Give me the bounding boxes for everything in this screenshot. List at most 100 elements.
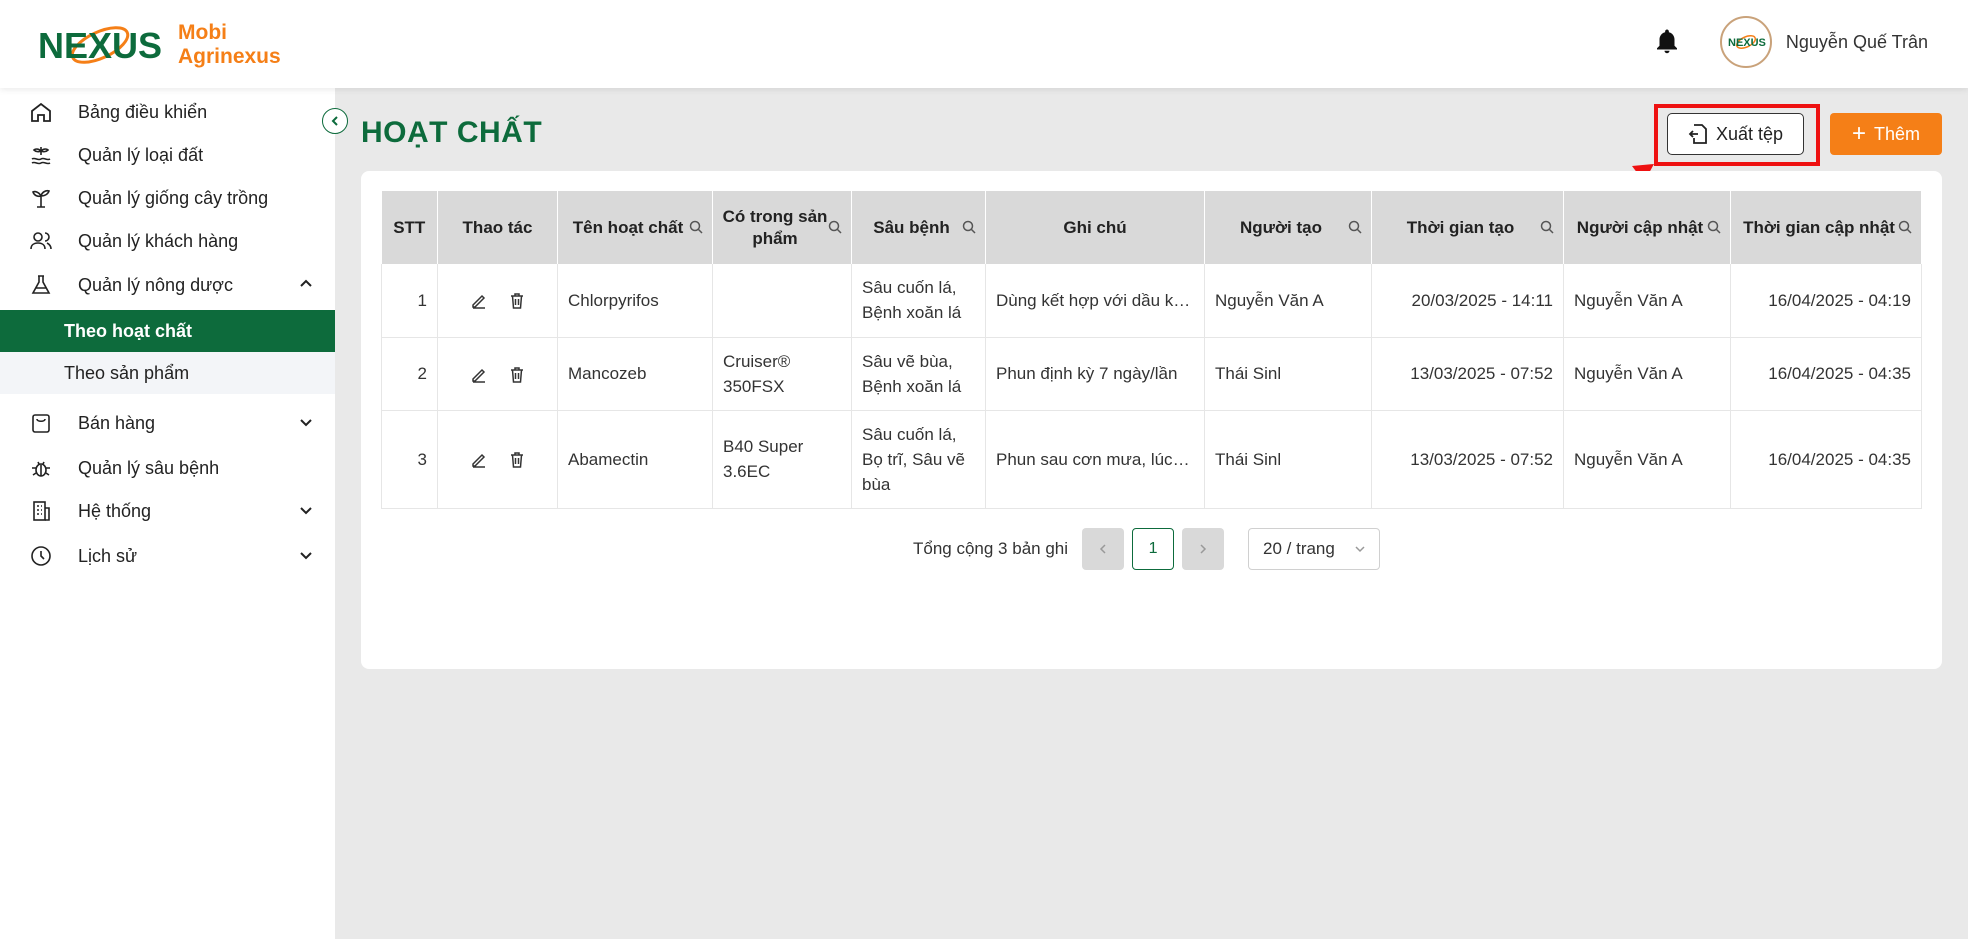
cell-product: B40 Super 3.6EC <box>712 410 852 509</box>
search-icon[interactable] <box>827 219 843 235</box>
sidebar-item-pesticides[interactable]: Quản lý nông dược <box>0 265 335 305</box>
sidebar-item-dashboard[interactable]: Bảng điều khiển <box>0 92 335 132</box>
table-row: 2 Mancozeb Cruiser® 350FSX Sâu vẽ bùa, B… <box>381 337 1922 411</box>
delete-icon[interactable] <box>508 451 526 469</box>
sidebar-item-customers[interactable]: Quản lý khách hàng <box>0 221 335 261</box>
sidebar-item-label: Quản lý khách hàng <box>78 230 239 251</box>
cell-actions <box>437 264 558 338</box>
sidebar-item-history[interactable]: Lịch sử <box>0 536 335 576</box>
column-header-name: Tên hoạt chất <box>557 191 713 264</box>
app-logo[interactable]: NEXUS Mobi Agrinexus <box>36 16 281 74</box>
column-header-pest: Sâu bệnh <box>851 191 986 264</box>
search-icon[interactable] <box>1347 219 1363 235</box>
delete-icon[interactable] <box>508 366 526 384</box>
export-file-icon <box>1688 124 1707 144</box>
column-header-updated-time: Thời gian cập nhật <box>1730 191 1922 264</box>
sidebar-subitem-label: Theo sản phẩm <box>64 362 190 383</box>
cell-stt: 3 <box>381 410 438 509</box>
cell-creator: Thái Sinl <box>1204 337 1372 411</box>
plant-icon <box>28 185 54 211</box>
column-header-creator: Người tạo <box>1204 191 1372 264</box>
cell-updater: Nguyễn Văn A <box>1563 337 1731 411</box>
chevron-left-icon <box>1099 544 1106 554</box>
cell-creator: Thái Sinl <box>1204 410 1372 509</box>
sidebar-item-label: Bảng điều khiển <box>78 101 208 122</box>
sidebar-subitem-active-ingredient[interactable]: Theo hoạt chất <box>0 310 335 352</box>
cell-pest: Sâu cuốn lá, Bọ trĩ, Sâu vẽ bùa <box>851 410 986 509</box>
cell-product <box>712 264 852 338</box>
sidebar-item-plant-varieties[interactable]: Quản lý giống cây trồng <box>0 178 335 218</box>
page-title: HOẠT CHẤT <box>361 116 543 149</box>
clock-icon <box>28 543 54 569</box>
column-header-in-product: Có trong sản phẩm <box>712 191 852 264</box>
edit-icon[interactable] <box>470 366 488 384</box>
chevron-down-icon <box>1355 546 1365 553</box>
cell-note: Phun sau cơn mưa, lúc chiều mát <box>985 410 1205 509</box>
sidebar-item-soil[interactable]: Quản lý loại đất <box>0 135 335 175</box>
logo-text-line2: Agrinexus <box>178 45 281 68</box>
user-name[interactable]: Nguyễn Quế Trân <box>1786 32 1928 53</box>
cell-product: Cruiser® 350FSX <box>712 337 852 411</box>
avatar[interactable]: NEXUS <box>1719 16 1772 68</box>
search-icon[interactable] <box>688 219 704 235</box>
bell-icon[interactable] <box>1652 27 1682 57</box>
avatar-logo-icon: NEXUS <box>1728 35 1766 49</box>
sidebar: Bảng điều khiển Quản lý loại đất Quản lý… <box>0 88 335 939</box>
sidebar-item-label: Lịch sử <box>78 545 138 566</box>
table-row: 3 Abamectin B40 Super 3.6EC Sâu cuốn lá,… <box>381 410 1922 509</box>
cell-actions <box>437 337 558 411</box>
sidebar-item-label: Quản lý loại đất <box>78 144 204 165</box>
logo-text-line1: Mobi <box>178 21 227 44</box>
sidebar-item-system[interactable]: Hệ thống <box>0 491 335 531</box>
column-header-updater: Người cập nhật <box>1563 191 1731 264</box>
search-icon[interactable] <box>961 219 977 235</box>
pagination-total: Tổng cộng 3 bản ghi <box>913 539 1069 558</box>
users-icon <box>28 228 54 254</box>
search-icon[interactable] <box>1539 219 1555 235</box>
edit-icon[interactable] <box>470 292 488 310</box>
sidebar-collapse-button[interactable] <box>322 108 348 134</box>
column-header-created-time: Thời gian tạo <box>1371 191 1564 264</box>
table-header-row: STT Thao tác Tên hoạt chất Có trong sản … <box>381 191 1922 264</box>
cell-created-time: 20/03/2025 - 14:11 <box>1371 264 1564 338</box>
pagination: Tổng cộng 3 bản ghi 1 20 / trang <box>913 528 1381 570</box>
cell-actions <box>437 410 558 509</box>
chevron-down-icon <box>300 507 312 515</box>
sidebar-subitem-label: Theo hoạt chất <box>64 320 193 341</box>
home-icon <box>28 99 54 125</box>
cell-name: Mancozeb <box>557 337 713 411</box>
cell-name: Abamectin <box>557 410 713 509</box>
cell-pest: Sâu vẽ bùa, Bệnh xoăn lá <box>851 337 986 411</box>
chevron-down-icon <box>300 552 312 560</box>
cell-updated-time: 16/04/2025 - 04:35 <box>1730 410 1922 509</box>
search-icon[interactable] <box>1897 219 1913 235</box>
pagination-prev-button[interactable] <box>1082 528 1125 570</box>
bug-icon <box>28 455 54 481</box>
cell-updated-time: 16/04/2025 - 04:19 <box>1730 264 1922 338</box>
column-header-stt: STT <box>381 191 438 264</box>
pagination-page-button[interactable]: 1 <box>1132 528 1175 570</box>
sidebar-subitem-product[interactable]: Theo sản phẩm <box>0 352 335 394</box>
edit-icon[interactable] <box>470 451 488 469</box>
cell-created-time: 13/03/2025 - 07:52 <box>1371 337 1564 411</box>
pagination-next-button[interactable] <box>1182 528 1225 570</box>
sidebar-item-sales[interactable]: Bán hàng <box>0 403 335 443</box>
page-size-value: 20 / trang <box>1263 539 1335 558</box>
chevron-right-icon <box>1200 544 1207 554</box>
avatar-text: NEXUS <box>1728 37 1766 49</box>
cell-note: Dùng kết hợp với dầu khoáng để tăng hiệu… <box>985 264 1205 338</box>
page-size-select[interactable]: 20 / trang <box>1248 528 1381 570</box>
cell-created-time: 13/03/2025 - 07:52 <box>1371 410 1564 509</box>
search-icon[interactable] <box>1706 219 1722 235</box>
cell-updater: Nguyễn Văn A <box>1563 264 1731 338</box>
cell-creator: Nguyễn Văn A <box>1204 264 1372 338</box>
sidebar-item-pests[interactable]: Quản lý sâu bệnh <box>0 448 335 488</box>
export-file-button[interactable]: Xuất tệp <box>1667 113 1804 155</box>
logo-mark-text: NEXUS <box>38 25 162 66</box>
nexus-logo-icon: NEXUS <box>38 25 162 66</box>
delete-icon[interactable] <box>508 292 526 310</box>
add-button[interactable]: + Thêm <box>1830 113 1942 155</box>
sidebar-item-label: Bán hàng <box>78 412 156 433</box>
chevron-left-icon <box>331 116 338 126</box>
header-user-area: NEXUS Nguyễn Quế Trân <box>1652 16 1928 68</box>
